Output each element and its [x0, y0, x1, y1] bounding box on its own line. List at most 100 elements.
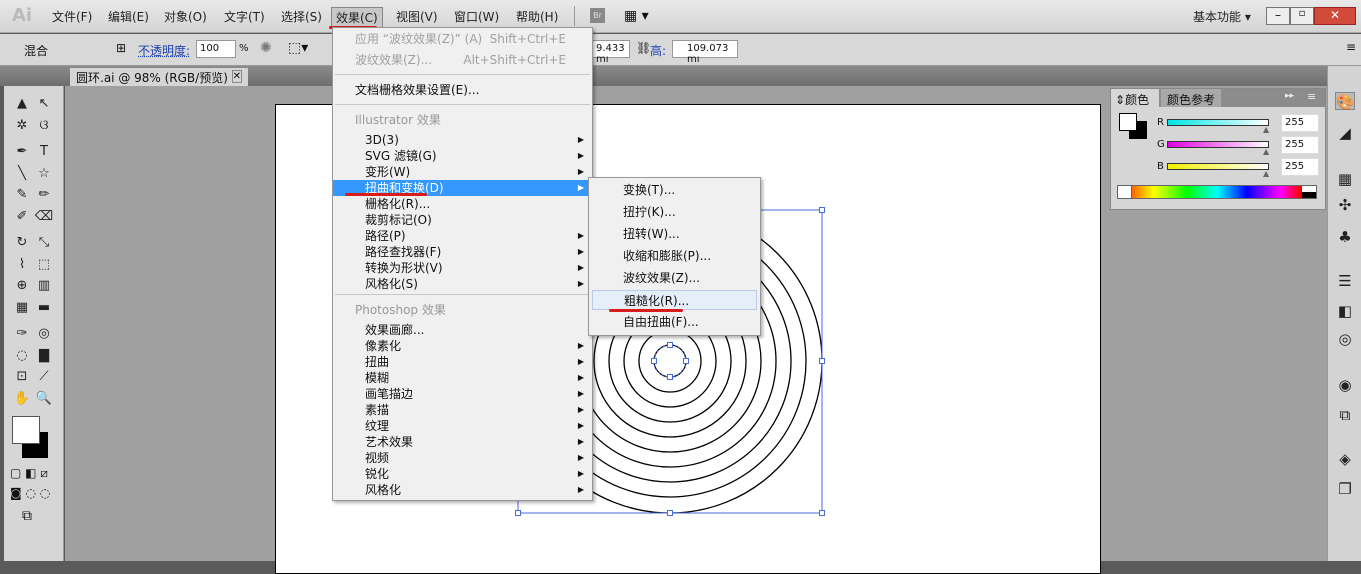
menu-item[interactable]: 素描 ▶: [333, 402, 592, 418]
menu-0[interactable]: 文件(F): [52, 8, 92, 25]
free-transform-tool-icon[interactable]: ⬚: [34, 257, 54, 275]
menu-item[interactable]: 扭曲 ▶: [333, 354, 592, 370]
artboards-icon[interactable]: ❐: [1335, 480, 1355, 498]
color-spectrum[interactable]: [1117, 185, 1317, 199]
selection-handle[interactable]: [819, 358, 825, 364]
maximize-button[interactable]: ▫: [1290, 7, 1314, 25]
menu-item[interactable]: 裁剪标记(O): [333, 212, 592, 228]
pencil-tool-icon[interactable]: ✏: [34, 187, 54, 205]
selection-handle[interactable]: [819, 510, 825, 516]
selection-handle[interactable]: [515, 510, 521, 516]
height-input[interactable]: 109.073 mı: [672, 40, 738, 65]
submenu-item[interactable]: 收缩和膨胀(P)...: [589, 246, 760, 266]
symbol-sprayer-tool-icon[interactable]: ◌: [12, 348, 32, 366]
menu-4[interactable]: 选择(S): [281, 8, 322, 25]
menu-item[interactable]: 栅格化(R)...: [333, 196, 592, 212]
menu-item[interactable]: 变形(W) ▶: [333, 164, 592, 180]
color-mode-icons[interactable]: ▢ ◧ ⧄: [10, 466, 48, 481]
submenu-item[interactable]: 粗糙化(R)...: [592, 290, 757, 310]
mesh-tool-icon[interactable]: ▦: [12, 300, 32, 318]
menu-item[interactable]: 像素化 ▶: [333, 338, 592, 354]
menu-2[interactable]: 对象(O): [164, 8, 207, 25]
selection-handle[interactable]: [651, 358, 657, 364]
brushes-icon[interactable]: ✣: [1335, 196, 1355, 214]
scale-tool-icon[interactable]: ⤡: [34, 235, 54, 253]
eraser-tool-icon[interactable]: ⌫: [34, 209, 54, 227]
menu-item[interactable]: 画笔描边 ▶: [333, 386, 592, 402]
draw-mode-icons[interactable]: ◙ ◌ ◌: [10, 486, 50, 500]
menu-item[interactable]: 艺术效果 ▶: [333, 434, 592, 450]
bridge-button[interactable]: Br: [590, 8, 605, 23]
menu-5[interactable]: 效果(C): [331, 7, 383, 28]
channel-slider[interactable]: [1167, 141, 1269, 148]
selection-handle[interactable]: [667, 342, 673, 348]
opacity-input[interactable]: 100: [196, 40, 236, 58]
stroke-icon[interactable]: ☰: [1335, 272, 1355, 290]
tab-color[interactable]: ⇕颜色: [1111, 89, 1159, 108]
pen-tool-icon[interactable]: ✒: [12, 144, 32, 162]
menu-1[interactable]: 编辑(E): [108, 8, 149, 25]
gradient-icon[interactable]: ◢: [1335, 124, 1355, 142]
arrange-documents-icon[interactable]: ▦ ▾: [624, 8, 649, 24]
selection-handle[interactable]: [667, 510, 673, 516]
panel-menu-icon[interactable]: ≡: [1307, 90, 1316, 103]
layers-icon[interactable]: ◈: [1335, 450, 1355, 468]
collapse-icon[interactable]: ▸▸: [1285, 91, 1294, 101]
menu-7[interactable]: 窗口(W): [454, 8, 499, 25]
menu-item-raster-settings[interactable]: 文档栅格效果设置(E)...: [333, 82, 592, 98]
align-panel-icon[interactable]: ⧉: [1335, 406, 1355, 424]
menu-6[interactable]: 视图(V): [396, 8, 438, 25]
perspective-tool-icon[interactable]: ▥: [34, 278, 54, 296]
type-tool-icon[interactable]: T: [34, 144, 54, 162]
submenu-item[interactable]: 变换(T)...: [589, 180, 760, 200]
channel-slider[interactable]: [1167, 119, 1269, 126]
zoom-tool-icon[interactable]: 🔍: [34, 391, 54, 409]
menu-item[interactable]: 纹理 ▶: [333, 418, 592, 434]
selection-handle[interactable]: [667, 374, 673, 380]
graph-tool-icon[interactable]: ▇: [34, 348, 54, 366]
recolor-icon[interactable]: ✺: [260, 40, 272, 56]
selection-tool-icon[interactable]: ▲: [12, 96, 32, 114]
shape-builder-tool-icon[interactable]: ⊕: [12, 278, 32, 296]
channel-value-input[interactable]: 255: [1281, 158, 1319, 176]
color-panel-icon[interactable]: 🎨: [1335, 92, 1355, 111]
direct-selection-tool-icon[interactable]: ↖: [34, 96, 54, 114]
magic-wand-tool-icon[interactable]: ✲: [12, 118, 32, 136]
link-icon[interactable]: ⛓: [636, 41, 651, 55]
screen-mode-icon[interactable]: ⧉: [22, 508, 32, 524]
transparency-icon[interactable]: ◧: [1335, 302, 1355, 320]
opacity-label[interactable]: 不透明度:: [138, 42, 190, 59]
blob-brush-tool-icon[interactable]: ✐: [12, 209, 32, 227]
workspace-switcher[interactable]: 基本功能 ▾: [1193, 8, 1251, 25]
slider-thumb[interactable]: ▲: [1263, 125, 1269, 134]
blend-tool-icon[interactable]: ◎: [34, 326, 54, 344]
paintbrush-tool-icon[interactable]: ✎: [12, 187, 32, 205]
lasso-tool-icon[interactable]: ଓ: [34, 118, 54, 136]
ring[interactable]: [638, 329, 702, 393]
channel-value-input[interactable]: 255: [1281, 136, 1319, 154]
close-tab-icon[interactable]: ✕: [231, 70, 242, 83]
panel-menu-icon[interactable]: ≡: [1346, 40, 1356, 54]
warp-tool-icon[interactable]: ⌇: [12, 257, 32, 275]
menu-item[interactable]: 风格化 ▶: [333, 482, 592, 498]
channel-slider[interactable]: [1167, 163, 1269, 170]
menu-item[interactable]: 3D(3) ▶: [333, 132, 592, 148]
appearance-icon[interactable]: ◎: [1335, 330, 1355, 348]
submenu-item[interactable]: 波纹效果(Z)...: [589, 268, 760, 288]
menu-item[interactable]: 路径(P) ▶: [333, 228, 592, 244]
rotate-tool-icon[interactable]: ↻: [12, 235, 32, 253]
menu-item[interactable]: 风格化(S) ▶: [333, 276, 592, 292]
menu-3[interactable]: 文字(T): [224, 8, 265, 25]
artboard-tool-icon[interactable]: ⊡: [12, 369, 32, 387]
menu-8[interactable]: 帮助(H): [516, 8, 558, 25]
selection-handle[interactable]: [683, 358, 689, 364]
width-input[interactable]: 9.433 mı: [592, 40, 630, 65]
submenu-item[interactable]: 自由扭曲(F)...: [589, 312, 760, 332]
tab-color-guide[interactable]: 颜色参考: [1161, 89, 1221, 107]
hand-tool-icon[interactable]: ✋: [12, 391, 32, 409]
gradient-tool-icon[interactable]: ▬: [34, 300, 54, 318]
fill-color[interactable]: [12, 416, 40, 444]
channel-value-input[interactable]: 255: [1281, 114, 1319, 132]
slider-thumb[interactable]: ▲: [1263, 169, 1269, 178]
menu-item[interactable]: 路径查找器(F) ▶: [333, 244, 592, 260]
